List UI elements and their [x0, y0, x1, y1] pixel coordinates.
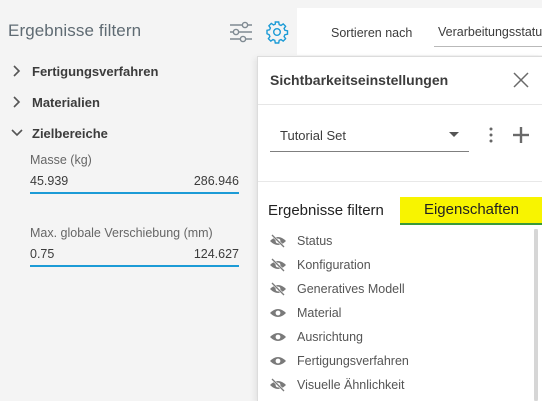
sort-label: Sortieren nach [331, 26, 413, 40]
property-label: Konfiguration [297, 258, 371, 272]
chevron-right-icon [13, 96, 21, 108]
property-label: Ausrichtung [297, 330, 364, 344]
list-item[interactable]: Visuelle Ähnlichkeit [258, 373, 534, 397]
property-visibility-list: Status Konfiguration Generatives Modell … [258, 229, 534, 397]
eye-icon[interactable] [269, 330, 287, 344]
section-label: Fertigungsverfahren [32, 63, 159, 79]
list-item[interactable]: Status [258, 229, 534, 253]
section-materialien[interactable]: Materialien [10, 92, 100, 112]
range-label: Masse (kg) [30, 153, 92, 167]
range-min-value: 45.939 [30, 174, 69, 188]
plus-icon[interactable] [511, 125, 531, 145]
eye-hidden-icon[interactable] [269, 258, 287, 272]
list-item[interactable]: Material [258, 301, 534, 325]
caret-down-icon [449, 132, 459, 137]
range-filter-verschiebung[interactable]: Max. globale Verschiebung (mm) 0.75 124.… [30, 226, 239, 267]
range-max-value: 124.627 [193, 247, 239, 261]
section-zielbereiche[interactable]: Zielbereiche [10, 123, 108, 143]
property-label: Status [297, 234, 333, 248]
settings-set-value: Tutorial Set [280, 128, 346, 143]
eye-hidden-icon[interactable] [269, 282, 287, 296]
list-item[interactable]: Ausrichtung [258, 325, 534, 349]
list-item[interactable]: Fertigungsverfahren [258, 349, 534, 373]
eye-hidden-icon[interactable] [269, 234, 287, 248]
filter-panel: Ergebnisse filtern Fertigungsverfahren M… [0, 0, 289, 400]
range-max-value: 286.946 [193, 174, 239, 188]
gear-icon[interactable] [265, 20, 289, 44]
sort-bar: Sortieren nach Verarbeitungsstatus [297, 8, 542, 55]
eye-icon[interactable] [269, 306, 287, 320]
property-label: Material [297, 306, 342, 320]
settings-set-dropdown[interactable]: Tutorial Set [270, 120, 469, 152]
tab-eigenschaften[interactable]: Eigenschaften [400, 197, 542, 225]
section-label: Materialien [32, 94, 100, 110]
chevron-down-icon [11, 129, 23, 137]
range-slider[interactable]: 45.939 286.946 [30, 174, 239, 194]
section-label: Zielbereiche [32, 125, 108, 141]
list-item[interactable]: Konfiguration [258, 253, 534, 277]
scrollbar-thumb[interactable] [534, 229, 538, 401]
close-icon[interactable] [512, 71, 530, 89]
range-slider[interactable]: 0.75 124.627 [30, 247, 239, 267]
scrollbar[interactable] [534, 229, 538, 401]
range-label: Max. globale Verschiebung (mm) [30, 226, 213, 240]
more-vertical-icon[interactable] [487, 126, 495, 144]
popup-title: Sichtbarkeitseinstellungen [270, 72, 449, 88]
divider [258, 181, 542, 182]
popup-header: Sichtbarkeitseinstellungen [258, 57, 542, 105]
filter-sliders-icon[interactable] [229, 21, 253, 43]
eye-icon[interactable] [269, 354, 287, 368]
tab-ergebnisse-filtern[interactable]: Ergebnisse filtern [268, 202, 384, 219]
property-label: Visuelle Ähnlichkeit [297, 378, 405, 392]
filter-panel-title: Ergebnisse filtern [8, 21, 142, 40]
section-fertigungsverfahren[interactable]: Fertigungsverfahren [10, 61, 158, 81]
chevron-right-icon [13, 65, 21, 77]
range-min-value: 0.75 [30, 247, 55, 261]
property-label: Fertigungsverfahren [297, 354, 409, 368]
sort-dropdown[interactable]: Verarbeitungsstatus [434, 20, 542, 47]
eye-hidden-icon[interactable] [269, 378, 287, 392]
visibility-settings-popup: Sichtbarkeitseinstellungen Tutorial Set … [257, 56, 542, 401]
range-filter-masse[interactable]: Masse (kg) 45.939 286.946 [30, 153, 239, 194]
list-item[interactable]: Generatives Modell [258, 277, 534, 301]
property-label: Generatives Modell [297, 282, 405, 296]
